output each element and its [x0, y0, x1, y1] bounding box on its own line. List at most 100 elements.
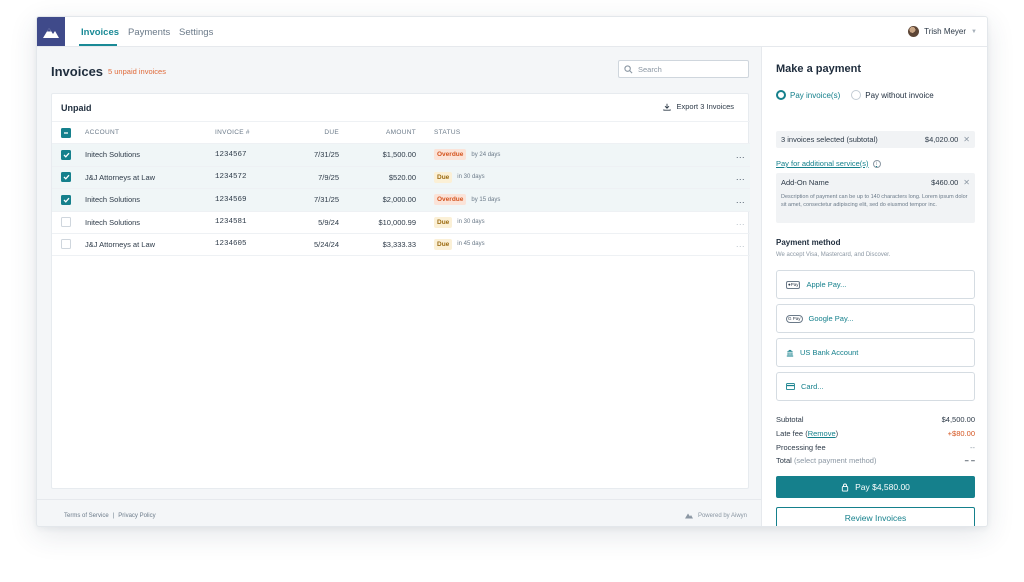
addon-item: Add-On Name $460.00 ✕ Description of pay… [776, 173, 975, 223]
account-name: J&J Attorneys at Law [85, 239, 156, 249]
google-pay-button[interactable]: G Pay Google Pay... [776, 304, 975, 333]
table-row[interactable]: J&J Attorneys at Law 1234605 5/24/24 $3,… [52, 233, 750, 256]
select-all-checkbox[interactable] [61, 127, 71, 138]
unpaid-invoices-card: Unpaid Export 3 Invoices ACCOUNT INVOICE… [51, 93, 750, 489]
additional-link-label: Pay for additional service(s) [776, 159, 869, 168]
table-row[interactable]: Initech Solutions 1234567 7/31/25 $1,500… [52, 143, 750, 166]
info-icon[interactable]: i [872, 159, 881, 168]
invoices-table: ACCOUNT INVOICE # DUE AMOUNT STATUS Init… [52, 121, 750, 256]
panel-title: Make a payment [776, 63, 861, 75]
due-date: 7/31/25 [313, 150, 339, 160]
row-checkbox[interactable] [61, 194, 71, 205]
late-fee-value: +$80.00 [947, 429, 975, 438]
more-options-icon[interactable]: ... [736, 144, 745, 166]
page-title: Invoices [51, 64, 104, 79]
remove-late-fee-link[interactable]: Remove [808, 429, 836, 438]
tab-settings[interactable]: Settings [179, 27, 213, 38]
close-icon[interactable]: ✕ [963, 135, 970, 144]
method-label: Apple Pay... [806, 280, 847, 289]
more-options-icon[interactable]: ... [736, 234, 745, 255]
column-header-amount[interactable]: AMOUNT [352, 122, 416, 143]
footer-separator: | [112, 513, 115, 519]
check-icon [63, 152, 69, 158]
terms-link[interactable]: Terms of Service [64, 513, 109, 519]
user-name: Trish Meyer [924, 27, 967, 36]
row-checkbox[interactable] [61, 217, 71, 228]
user-menu[interactable]: Trish Meyer ▼ [908, 26, 977, 37]
addon-name: Add-On Name [781, 178, 829, 187]
method-label: Google Pay... [808, 314, 854, 323]
status-note: in 30 days [457, 174, 485, 181]
radio-pay-without-invoice[interactable]: Pay without invoice [851, 90, 934, 100]
additional-services-link[interactable]: Pay for additional service(s) i [776, 159, 881, 168]
bank-account-button[interactable]: US Bank Account [776, 338, 975, 367]
status-note: by 24 days [471, 151, 501, 158]
amount: $1,500.00 [382, 150, 416, 160]
total-row: Total (select payment method) – – [776, 456, 975, 465]
method-label: US Bank Account [800, 348, 859, 357]
column-header-account[interactable]: ACCOUNT [85, 122, 119, 143]
table-row[interactable]: Initech Solutions 1234581 5/9/24 $10,000… [52, 210, 750, 234]
card-button[interactable]: Card... [776, 372, 975, 401]
row-checkbox[interactable] [61, 149, 71, 160]
chevron-down-icon: ▼ [971, 28, 977, 35]
export-button[interactable]: Export 3 Invoices [663, 102, 734, 111]
column-header-invoice[interactable]: INVOICE # [215, 122, 250, 143]
status-note: in 45 days [457, 241, 485, 248]
selected-invoices-summary: 3 invoices selected (subtotal) $4,020.00… [776, 131, 975, 148]
radio-pay-invoices[interactable]: Pay invoice(s) [776, 90, 840, 100]
subtotal-value: $4,500.00 [941, 415, 975, 424]
search-box[interactable] [618, 60, 749, 78]
mountain-logo-icon [43, 27, 59, 38]
pay-button-label: Pay $4,580.00 [855, 482, 910, 492]
amount: $3,333.33 [382, 239, 416, 249]
apple-pay-button[interactable]: ●Pay Apple Pay... [776, 270, 975, 299]
processing-fee-row: Processing fee -- [776, 443, 975, 452]
more-options-icon[interactable]: ... [736, 212, 745, 234]
radio-selected-icon [776, 90, 786, 100]
status-badge: Due [434, 171, 453, 183]
table-row[interactable]: J&J Attorneys at Law 1234572 7/9/25 $520… [52, 165, 750, 189]
powered-by: Powered by Aiwyn [684, 512, 747, 519]
pay-button[interactable]: Pay $4,580.00 [776, 476, 975, 498]
account-name: Initech Solutions [85, 150, 141, 160]
addon-amount: $460.00 [931, 178, 959, 187]
credit-card-icon [786, 383, 795, 390]
app-window: Invoices Payments Settings Trish Meyer ▼… [36, 16, 988, 527]
tab-payments[interactable]: Payments [128, 27, 170, 38]
review-button-label: Review Invoices [844, 513, 907, 523]
privacy-link[interactable]: Privacy Policy [118, 513, 155, 519]
status-badge: Due [434, 216, 453, 228]
table-row[interactable]: Initech Solutions 1234569 7/31/25 $2,000… [52, 188, 750, 211]
column-header-status[interactable]: STATUS [434, 122, 460, 143]
logo[interactable] [37, 17, 65, 46]
selected-amount: $4,020.00 [924, 135, 959, 144]
top-nav: Invoices Payments Settings Trish Meyer ▼ [37, 17, 987, 47]
close-icon[interactable]: ✕ [963, 178, 970, 187]
check-icon [63, 197, 69, 203]
review-invoices-button[interactable]: Review Invoices [776, 507, 975, 526]
account-name: Initech Solutions [85, 195, 141, 205]
amount: $520.00 [388, 172, 416, 182]
due-date: 7/9/25 [318, 172, 339, 182]
status-note: in 30 days [457, 219, 485, 226]
powered-by-text: Powered by Aiwyn [697, 512, 747, 519]
column-header-due[interactable]: DUE [282, 122, 339, 143]
apple-pay-icon: ●Pay [786, 280, 801, 289]
section-title: Unpaid [61, 103, 92, 113]
due-date: 5/9/24 [318, 217, 339, 227]
radio-label: Pay without invoice [865, 90, 934, 100]
due-date: 7/31/25 [313, 195, 339, 205]
invoice-number: 1234567 [215, 150, 247, 159]
row-checkbox[interactable] [61, 172, 71, 183]
tab-invoices[interactable]: Invoices [81, 27, 119, 38]
radio-unselected-icon [851, 90, 862, 100]
total-note: (select payment method) [793, 456, 877, 465]
row-checkbox[interactable] [61, 239, 71, 250]
footer: Terms of Service | Privacy Policy Powere… [37, 499, 761, 526]
more-options-icon[interactable]: ... [736, 189, 745, 211]
more-options-icon[interactable]: ... [736, 167, 745, 189]
check-icon [63, 175, 69, 180]
search-input[interactable] [638, 64, 738, 74]
avatar [908, 26, 920, 37]
